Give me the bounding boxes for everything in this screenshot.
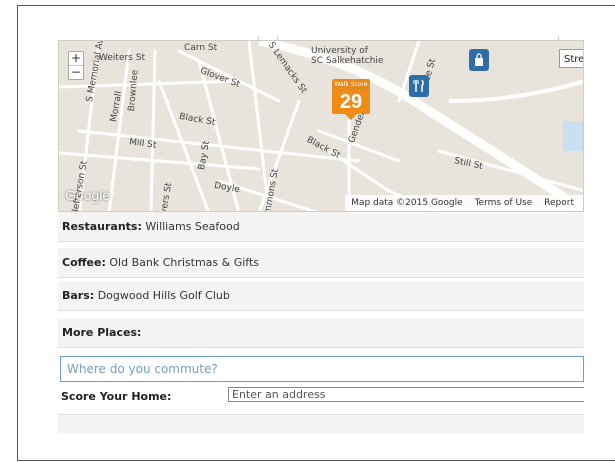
bars-row: Bars: Dogwood Hills Golf Club: [58, 281, 584, 311]
map-type-button[interactable]: Stre: [559, 49, 583, 68]
zoom-in-button[interactable]: +: [69, 52, 83, 65]
zoom-out-button[interactable]: −: [69, 65, 83, 79]
walkscore-widget: Carn St Weiters St S Memorial Av Morrall…: [58, 36, 584, 436]
zoom-control: + −: [68, 51, 84, 80]
map-data-credit: Map data ©2015 Google: [351, 198, 463, 208]
score-your-home-label: Score Your Home:: [61, 390, 172, 403]
more-places-row[interactable]: More Places:: [58, 318, 584, 348]
walk-score-value: 29: [332, 91, 370, 114]
map-streets: [59, 41, 583, 211]
bars-label: Bars:: [62, 289, 95, 302]
restaurants-value[interactable]: Williams Seafood: [145, 220, 239, 233]
more-places-label: More Places:: [62, 326, 142, 339]
widget-footer: [58, 414, 584, 434]
walk-score-label: Walk Score: [332, 79, 370, 91]
restaurants-label: Restaurants:: [62, 220, 142, 233]
map-landmark-label: University of: [311, 46, 368, 56]
walk-score-pointer: [345, 114, 357, 120]
coffee-value[interactable]: Old Bank Christmas & Gifts: [109, 256, 259, 269]
address-input[interactable]: Enter an address: [228, 387, 584, 402]
fork-knife-icon[interactable]: [409, 75, 429, 97]
street-label: Carn St: [184, 43, 218, 53]
map-view[interactable]: Carn St Weiters St S Memorial Av Morrall…: [58, 40, 584, 212]
shopping-bag-icon[interactable]: [469, 49, 489, 71]
google-logo: Google: [65, 187, 111, 203]
bars-value[interactable]: Dogwood Hills Golf Club: [98, 289, 230, 302]
map-attribution: Map data ©2015 Google Terms of Use Repor…: [345, 195, 583, 211]
coffee-label: Coffee:: [62, 256, 106, 269]
restaurants-row: Restaurants: Williams Seafood: [58, 212, 584, 242]
report-link[interactable]: Report: [544, 198, 574, 208]
coffee-row: Coffee: Old Bank Christmas & Gifts: [58, 248, 584, 278]
street-label: Weiters St: [99, 53, 145, 63]
terms-of-use-link[interactable]: Terms of Use: [475, 198, 533, 208]
map-landmark-label: SC Salkehatchie: [311, 56, 384, 66]
commute-input[interactable]: Where do you commute?: [60, 356, 584, 382]
walk-score-marker[interactable]: Walk Score 29: [332, 79, 370, 120]
